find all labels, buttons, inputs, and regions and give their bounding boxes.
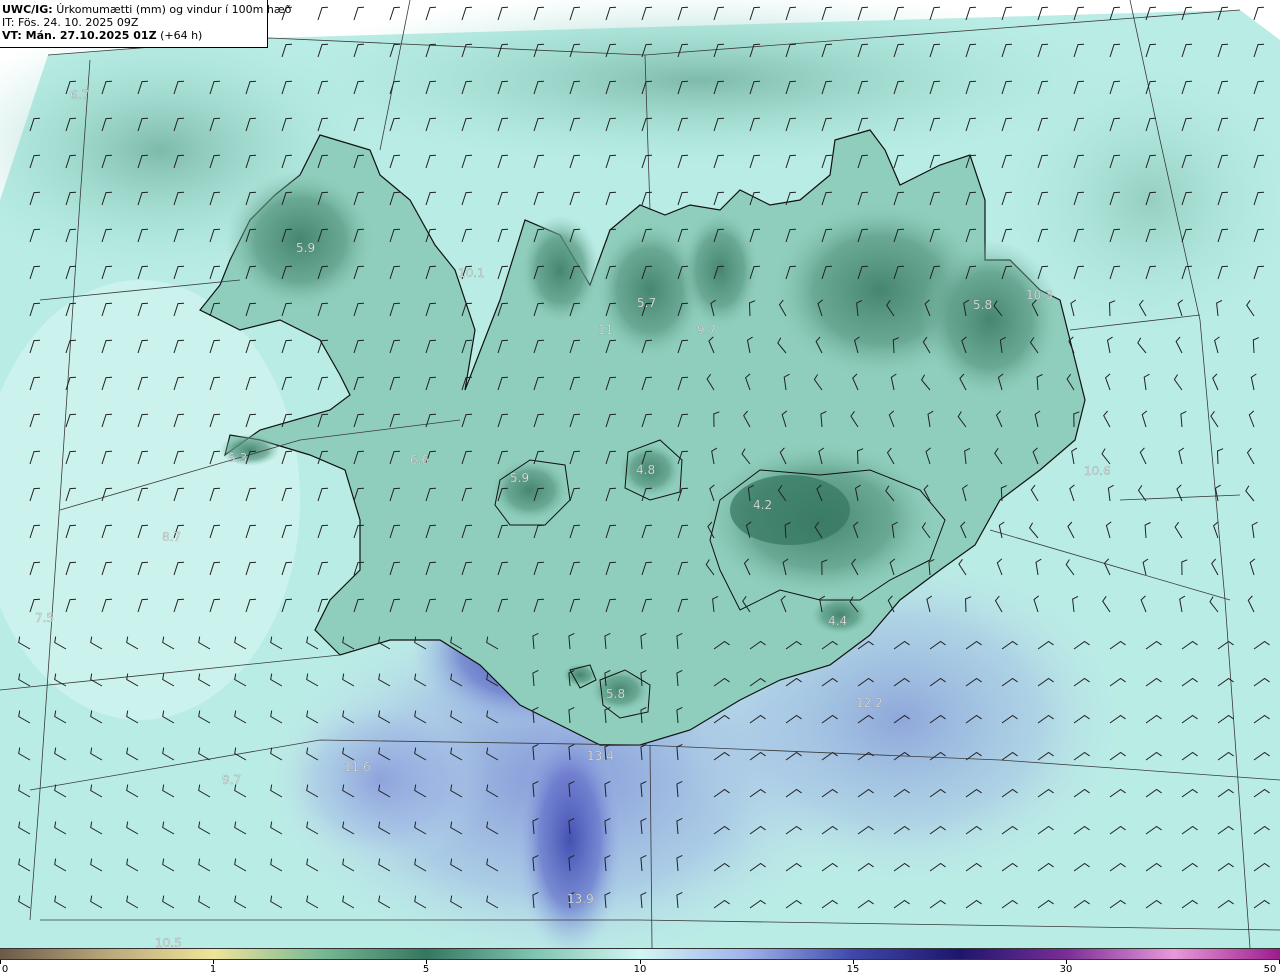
init-time: IT: Fös. 24. 10. 2025 09Z — [2, 16, 139, 29]
value-label: 5.7 — [637, 296, 656, 310]
value-label: 11 — [598, 323, 613, 337]
value-label: 10.3 — [1026, 288, 1053, 302]
colorbar: 0 1 5 10 15 30 50 — [0, 948, 1280, 978]
colorbar-label: 5 — [422, 964, 430, 975]
value-label: 11.6 — [344, 760, 371, 774]
glacier-vatnajokull-core — [730, 475, 850, 545]
value-label: 6.6 — [410, 453, 429, 467]
value-label: 5.3 — [228, 451, 247, 465]
colorbar-label: 15 — [846, 964, 860, 975]
value-label: 4.2 — [753, 498, 772, 512]
colorbar-label: 50 — [1263, 964, 1277, 975]
value-label: 5.8 — [973, 298, 992, 312]
valid-time: VT: Mán. 27.10.2025 01Z — [2, 29, 157, 42]
highland-westfjords — [225, 170, 375, 310]
map-header: UWC/IG: Úrkomumætti (mm) og vindur í 100… — [0, 0, 291, 48]
value-label: 12.2 — [856, 696, 883, 710]
product-title: Úrkomumætti (mm) og vindur í 100m hæð — [56, 3, 292, 16]
model-name: UWC/IG: — [2, 3, 53, 16]
colorbar-label: 30 — [1059, 964, 1073, 975]
valid-time-line: VT: Mán. 27.10.2025 01Z (+64 h) — [2, 29, 267, 42]
colorbar-strip — [0, 948, 1280, 960]
glacier-eyjafjallajokull — [562, 663, 598, 687]
value-label: 5.9 — [510, 471, 529, 485]
highland-north-3 — [680, 210, 760, 330]
highland-north-1 — [520, 215, 600, 325]
value-label: 10.6 — [1084, 464, 1111, 478]
value-label: 4.8 — [636, 463, 655, 477]
header-title-line: UWC/IG: Úrkomumætti (mm) og vindur í 100… — [2, 3, 291, 16]
value-label: 7.5 — [35, 611, 54, 625]
value-label: 5.8 — [606, 687, 625, 701]
precipitation-wind-map: 6.7 5.9 10.1 5.7 11 9.7 5.8 10.3 5.3 6.6… — [0, 0, 1280, 948]
value-label: 13.9 — [567, 892, 594, 906]
lead-time: (+64 h) — [160, 29, 203, 42]
colorbar-label: 10 — [633, 964, 647, 975]
value-label: 13.4 — [587, 749, 614, 763]
value-label: 6.7 — [70, 88, 89, 102]
value-label: 9.7 — [697, 323, 716, 337]
value-label: 5.9 — [296, 241, 315, 255]
value-label: 4.4 — [828, 614, 847, 628]
value-label: 8.7 — [162, 530, 181, 544]
value-label: 9.7 — [222, 773, 241, 787]
colorbar-label: 1 — [209, 964, 217, 975]
value-label: 10.5 — [155, 936, 182, 948]
value-label: 10.1 — [458, 266, 485, 280]
colorbar-label: 0 — [1, 964, 9, 975]
